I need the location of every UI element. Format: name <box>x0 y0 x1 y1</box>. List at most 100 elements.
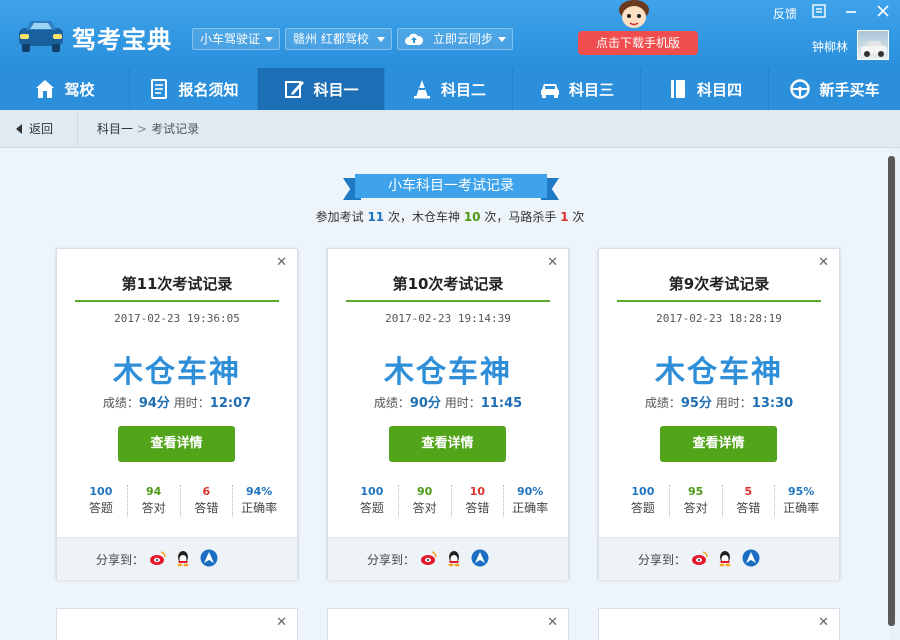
nav-item-subject-three[interactable]: 科目三 <box>513 68 641 110</box>
feedback-link[interactable]: 反馈 <box>773 5 797 22</box>
time-value: 13:30 <box>751 396 794 411</box>
back-button[interactable]: 返回 <box>0 110 78 148</box>
menu-icon[interactable] <box>811 4 827 20</box>
card-divider <box>346 300 550 302</box>
stat-wrong: 10 答错 <box>452 485 505 517</box>
weibo-icon[interactable] <box>691 549 709 567</box>
stat-correct: 94 答对 <box>128 485 181 517</box>
close-icon[interactable]: ✕ <box>818 615 829 630</box>
qzone-icon[interactable] <box>742 549 760 567</box>
stats-row: 100 答题 90 答对 10 答错 90% 正确率 <box>346 485 556 517</box>
content-area: 小车科目一考试记录 参加考试 11 次，木仓车神 10 次，马路杀手 1 次 ✕… <box>0 148 890 640</box>
chevron-down-icon <box>377 37 385 42</box>
stat-wrong: 5 答错 <box>723 485 776 517</box>
stat-accuracy: 94% 正确率 <box>233 485 285 517</box>
exam-date: 2017-02-23 18:28:19 <box>656 312 782 325</box>
stat-value: 95% <box>787 485 815 498</box>
weibo-icon[interactable] <box>420 549 438 567</box>
close-icon[interactable]: ✕ <box>276 615 287 630</box>
share-bar: 分享到： <box>328 537 568 580</box>
view-details-button[interactable]: 查看详情 <box>118 426 235 462</box>
exam-record-card-partial: ✕ <box>598 608 840 640</box>
chevron-down-icon <box>498 37 506 42</box>
license-type-dropdown[interactable]: 小车驾驶证 <box>192 28 280 50</box>
exam-summary: 参加考试 11 次，木仓车神 10 次，马路杀手 1 次 <box>0 208 890 225</box>
breadcrumb-separator: > <box>137 122 148 136</box>
verdict-title: 木仓车神 <box>384 355 512 390</box>
close-icon[interactable]: ✕ <box>547 255 558 270</box>
qzone-icon[interactable] <box>200 549 218 567</box>
school-value: 赣州 红都驾校 <box>293 32 369 46</box>
exam-record-card-partial: ✕ <box>327 608 569 640</box>
score-value: 95分 <box>680 396 712 411</box>
exam-date: 2017-02-23 19:36:05 <box>114 312 240 325</box>
cloud-sync-dropdown[interactable]: 立即云同步 <box>397 28 513 50</box>
card-title: 第9次考试记录 <box>668 275 770 293</box>
view-details-button[interactable]: 查看详情 <box>389 426 506 462</box>
share-label: 分享到： <box>638 553 687 567</box>
view-details-button[interactable]: 查看详情 <box>660 426 777 462</box>
breadcrumb-current: 考试记录 <box>151 122 200 136</box>
school-dropdown[interactable]: 赣州 红都驾校 <box>285 28 392 50</box>
steering-wheel-icon <box>790 79 811 99</box>
edit-icon <box>285 81 305 98</box>
score-row: 成绩：94分 用时：12:07 <box>57 392 297 411</box>
stat-label: 答对 <box>141 501 166 515</box>
stat-label: 答题 <box>359 501 384 515</box>
minimize-icon[interactable] <box>843 4 859 20</box>
exam-date: 2017-02-23 19:14:39 <box>385 312 511 325</box>
nav-item-school[interactable]: 驾校 <box>0 68 130 110</box>
breadcrumb-bar: 返回 科目一 > 考试记录 <box>0 110 900 148</box>
nav-item-buy-car[interactable]: 新手买车 <box>769 68 900 110</box>
stat-accuracy: 95% 正确率 <box>775 485 827 517</box>
close-icon[interactable]: ✕ <box>818 255 829 270</box>
stat-value: 90 <box>416 485 433 498</box>
score-label: 成绩： <box>102 396 139 410</box>
nav-item-registration[interactable]: 报名须知 <box>130 68 258 110</box>
qq-icon[interactable] <box>445 549 463 567</box>
card-title: 第11次考试记录 <box>121 275 233 293</box>
stat-label: 答错 <box>194 501 219 515</box>
close-icon[interactable]: ✕ <box>276 255 287 270</box>
stats-row: 100 答题 95 答对 5 答错 95% 正确率 <box>617 485 827 517</box>
stat-value: 6 <box>202 485 211 498</box>
nav-item-subject-one[interactable]: 科目一 <box>258 68 385 110</box>
weibo-icon[interactable] <box>149 549 167 567</box>
nav-item-subject-two[interactable]: 科目二 <box>385 68 513 110</box>
close-icon[interactable] <box>875 4 891 20</box>
breadcrumb: 科目一 > 考试记录 <box>97 110 199 148</box>
stat-total: 100 答题 <box>75 485 128 517</box>
nav-item-label: 科目四 <box>696 80 742 99</box>
stats-row: 100 答题 94 答对 6 答错 94% 正确率 <box>75 485 285 517</box>
verdict-title: 木仓车神 <box>655 355 783 390</box>
sync-label: 立即云同步 <box>433 32 494 46</box>
username[interactable]: 钟柳林 <box>812 38 848 55</box>
stat-label: 答对 <box>412 501 437 515</box>
nav-item-subject-four[interactable]: 科目四 <box>641 68 769 110</box>
stat-wrong: 6 答错 <box>181 485 234 517</box>
stat-value: 10 <box>469 485 486 498</box>
nav-item-label: 科目三 <box>568 80 614 99</box>
stat-value: 90% <box>516 485 544 498</box>
license-type-value: 小车驾驶证 <box>200 32 261 46</box>
exam-count: 11 <box>367 210 385 224</box>
mascot-icon <box>619 0 649 28</box>
qzone-icon[interactable] <box>471 549 489 567</box>
exam-record-card: ✕ 第10次考试记录 2017-02-23 19:14:39 木仓车神 成绩：9… <box>327 248 569 580</box>
stat-label: 答题 <box>630 501 655 515</box>
stat-value: 100 <box>89 485 113 498</box>
exam-record-card: ✕ 第11次考试记录 2017-02-23 19:36:05 木仓车神 成绩：9… <box>56 248 298 580</box>
download-mobile-button[interactable]: 点击下载手机版 <box>578 31 698 55</box>
stat-label: 答错 <box>465 501 490 515</box>
page-title: 小车科目一考试记录 <box>355 174 547 198</box>
qq-icon[interactable] <box>716 549 734 567</box>
score-row: 成绩：95分 用时：13:30 <box>599 392 839 411</box>
qq-icon[interactable] <box>174 549 192 567</box>
close-icon[interactable]: ✕ <box>547 615 558 630</box>
avatar[interactable] <box>857 30 889 60</box>
stat-correct: 95 答对 <box>670 485 723 517</box>
vertical-scrollbar[interactable] <box>888 156 895 626</box>
summary-text: 次，木仓车神 <box>387 210 460 224</box>
breadcrumb-parent[interactable]: 科目一 <box>97 122 133 136</box>
share-bar: 分享到： <box>599 537 839 580</box>
